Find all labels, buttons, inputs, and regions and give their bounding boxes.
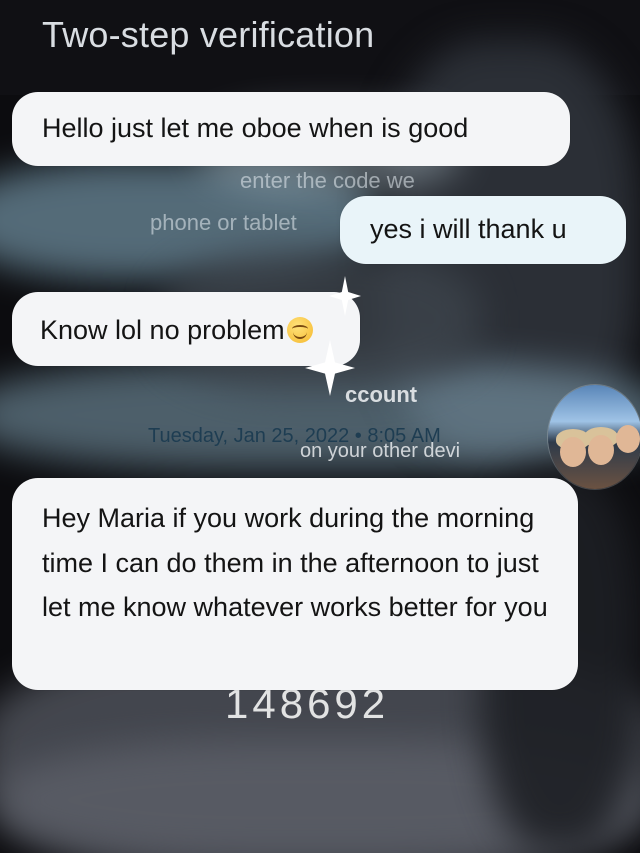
message-text: yes i will thank u bbox=[370, 214, 567, 244]
message-text-wrapper: Know lol no problem bbox=[40, 315, 313, 346]
smiling-face-icon bbox=[286, 317, 313, 343]
background-enter-code-text: enter the code we bbox=[240, 168, 415, 193]
message-bubble-incoming[interactable]: Hey Maria if you work during the morning… bbox=[12, 478, 578, 690]
background-account-text: ccount bbox=[345, 382, 418, 407]
message-bubble-incoming[interactable]: Hello just let me oboe when is good bbox=[12, 92, 570, 166]
message-bubble-outgoing[interactable]: yes i will thank u bbox=[340, 196, 626, 264]
background-phone-text: phone or tablet bbox=[150, 210, 297, 235]
message-text: Hello just let me oboe when is good bbox=[42, 113, 469, 143]
background-title: Two-step verification bbox=[42, 14, 375, 55]
message-text: Hey Maria if you work during the morning… bbox=[42, 503, 548, 622]
contact-avatar[interactable] bbox=[548, 385, 640, 489]
message-bubble-incoming[interactable]: Know lol no problem bbox=[12, 292, 360, 366]
message-timestamp: Tuesday, Jan 25, 2022 • 8:05 AM bbox=[148, 425, 441, 447]
message-text: Know lol no problem bbox=[40, 315, 285, 345]
